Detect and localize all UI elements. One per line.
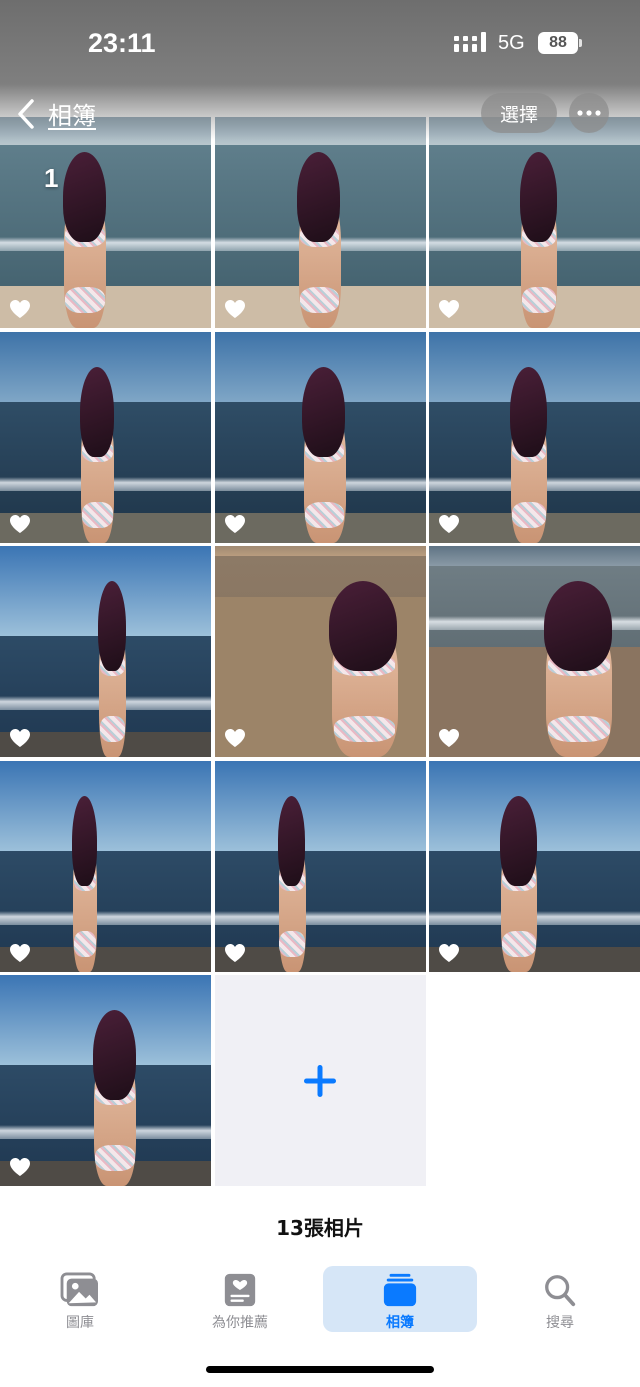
photo-image bbox=[429, 546, 640, 757]
heart-icon[interactable] bbox=[438, 299, 460, 319]
photo-image bbox=[0, 760, 211, 972]
photo-image: 1 bbox=[0, 117, 211, 328]
person-figure bbox=[70, 362, 125, 543]
heart-icon[interactable] bbox=[438, 514, 460, 534]
tab-bar: 圖庫 為你推薦 相簿 搜尋 bbox=[0, 1262, 640, 1342]
heart-icon[interactable] bbox=[9, 728, 31, 748]
heart-icon[interactable] bbox=[224, 514, 246, 534]
photo-image bbox=[429, 760, 640, 972]
photo-image bbox=[214, 760, 426, 972]
chevron-left-icon bbox=[18, 98, 34, 129]
albums-icon bbox=[383, 1273, 417, 1307]
back-label: 相簿 bbox=[48, 102, 96, 130]
person-figure bbox=[489, 791, 549, 972]
photo-thumbnail[interactable] bbox=[0, 546, 211, 757]
battery-tip bbox=[579, 39, 582, 47]
photo-thumbnail[interactable] bbox=[0, 975, 211, 1186]
heart-icon[interactable] bbox=[9, 943, 31, 963]
tab-library-label: 圖庫 bbox=[66, 1315, 94, 1331]
photo-thumbnail[interactable] bbox=[0, 331, 211, 543]
heart-icon[interactable] bbox=[224, 299, 246, 319]
network-type: 5G bbox=[498, 32, 525, 54]
more-button[interactable] bbox=[569, 93, 609, 133]
photo-thumbnail[interactable] bbox=[0, 760, 211, 972]
person-figure bbox=[499, 362, 559, 543]
photo-image bbox=[0, 975, 211, 1186]
person-figure bbox=[80, 1005, 150, 1186]
photo-image bbox=[0, 546, 211, 757]
photo-image bbox=[429, 117, 640, 328]
photo-thumbnail[interactable] bbox=[214, 760, 426, 972]
person-figure bbox=[509, 147, 569, 328]
ellipsis-icon bbox=[577, 110, 601, 116]
photo-image bbox=[214, 546, 426, 757]
photo-count: 13張相片 bbox=[276, 1216, 364, 1240]
photo-thumbnail[interactable] bbox=[214, 546, 426, 757]
photo-library-icon bbox=[60, 1272, 98, 1307]
photo-thumbnail[interactable] bbox=[214, 331, 426, 543]
photo-thumbnail[interactable] bbox=[429, 546, 640, 757]
photo-thumbnail[interactable]: 1 bbox=[0, 117, 211, 328]
tab-library[interactable]: 圖庫 bbox=[3, 1266, 157, 1332]
heart-icon[interactable] bbox=[9, 514, 31, 534]
person-figure bbox=[285, 147, 355, 328]
tab-for-you-label: 為你推薦 bbox=[212, 1315, 268, 1331]
tab-for-you[interactable]: 為你推薦 bbox=[163, 1266, 317, 1332]
photo-image bbox=[214, 331, 426, 543]
heart-icon[interactable] bbox=[9, 1157, 31, 1177]
person-figure bbox=[90, 576, 135, 757]
heart-icon[interactable] bbox=[224, 943, 246, 963]
person-figure bbox=[270, 791, 315, 972]
photo-thumbnail[interactable] bbox=[429, 760, 640, 972]
person-figure bbox=[65, 791, 105, 972]
photo-image bbox=[429, 331, 640, 543]
heart-icon[interactable] bbox=[224, 728, 246, 748]
battery-indicator: 88 bbox=[538, 32, 582, 54]
photo-thumbnail[interactable] bbox=[429, 331, 640, 543]
back-button[interactable]: 相簿 bbox=[16, 96, 96, 131]
heart-icon[interactable] bbox=[438, 943, 460, 963]
photo-thumbnail[interactable] bbox=[214, 117, 426, 328]
photo-index-badge: 1 bbox=[44, 163, 59, 193]
person-figure bbox=[290, 362, 360, 543]
home-indicator bbox=[206, 1366, 434, 1373]
tab-search-label: 搜尋 bbox=[546, 1315, 574, 1331]
tab-albums[interactable]: 相簿 bbox=[323, 1266, 477, 1332]
heart-icon[interactable] bbox=[438, 728, 460, 748]
photo-thumbnail[interactable] bbox=[429, 117, 640, 328]
battery-level: 88 bbox=[538, 32, 578, 54]
plus-icon bbox=[304, 1064, 336, 1097]
person-figure bbox=[310, 576, 420, 757]
add-photo-button[interactable] bbox=[214, 975, 426, 1186]
person-figure bbox=[524, 576, 634, 757]
search-icon bbox=[545, 1275, 576, 1307]
for-you-icon bbox=[224, 1273, 256, 1307]
tab-albums-label: 相簿 bbox=[386, 1315, 414, 1331]
signal-strength-icon bbox=[454, 32, 486, 52]
tab-search[interactable]: 搜尋 bbox=[483, 1266, 637, 1332]
heart-icon[interactable] bbox=[9, 299, 31, 319]
select-button[interactable]: 選擇 bbox=[481, 93, 557, 133]
status-time: 23:11 bbox=[88, 28, 156, 58]
photo-image bbox=[0, 331, 211, 543]
person-figure bbox=[50, 147, 120, 328]
photo-image bbox=[214, 117, 426, 328]
